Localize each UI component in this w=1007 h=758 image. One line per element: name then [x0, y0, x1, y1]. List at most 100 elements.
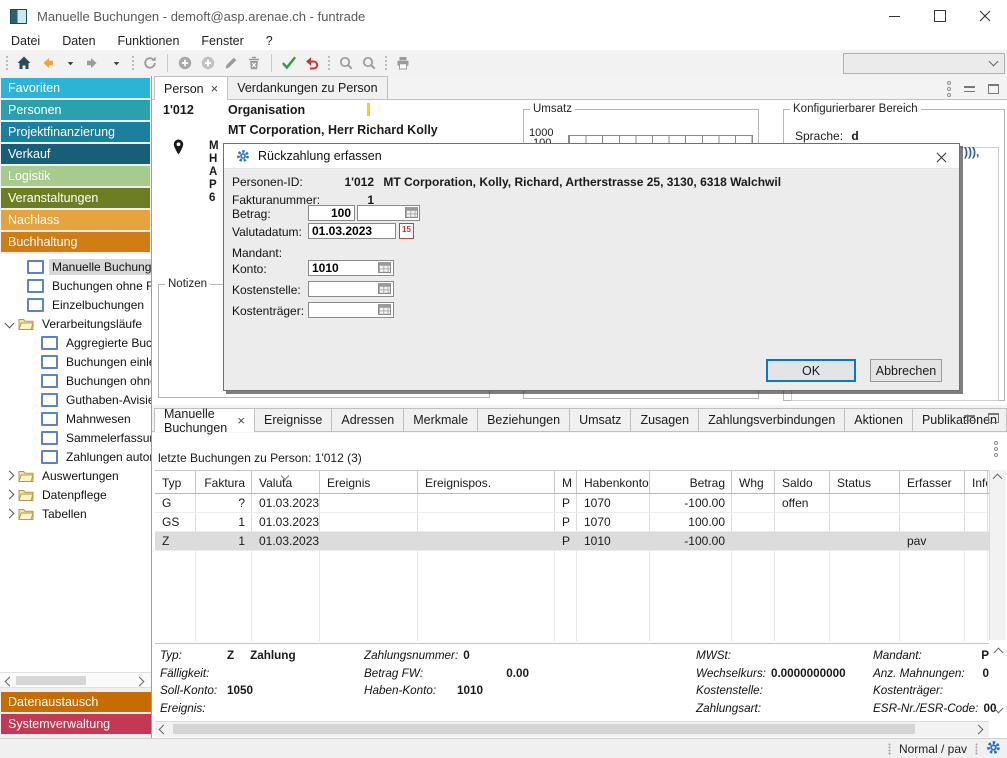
column-header-ereignispos[interactable]: Ereignispos.: [418, 471, 555, 493]
scroll-left-icon[interactable]: [159, 725, 169, 735]
column-header-betrag[interactable]: Betrag: [650, 471, 732, 493]
tree-item-sammelerfassung-s[interactable]: Sammelerfassung S: [0, 428, 151, 447]
tree-item-mahnwesen[interactable]: Mahnwesen: [0, 409, 151, 428]
column-header-valuta[interactable]: Valuta: [252, 471, 320, 493]
betrag-input[interactable]: [308, 205, 355, 221]
caret-down-icon[interactable]: [106, 53, 126, 73]
sidebar-item-buchhaltung[interactable]: Buchhaltung: [1, 232, 150, 252]
sidebar-item-projektfinanzierung[interactable]: Projektfinanzierung: [1, 122, 150, 142]
chevron-right-icon[interactable]: [5, 490, 15, 500]
column-header-erfasser[interactable]: Erfasser: [900, 471, 965, 493]
pane-menu-icon[interactable]: [947, 81, 951, 97]
column-header-habenkonto[interactable]: Habenkonto: [577, 471, 650, 493]
pane-menu-icon[interactable]: [994, 441, 998, 457]
maximize-button[interactable]: [917, 0, 962, 32]
column-header-faktura[interactable]: Faktura: [196, 471, 252, 493]
toolbar-combobox[interactable]: [843, 53, 1005, 74]
tree-item-manuelle-buchungen[interactable]: Manuelle Buchungen: [0, 257, 151, 276]
menu-item-datei[interactable]: Datei: [0, 34, 51, 48]
scrollbar-thumb[interactable]: [16, 676, 86, 685]
add-icon[interactable]: [175, 53, 195, 73]
ok-button[interactable]: OK: [766, 359, 856, 382]
pane-maximize-icon[interactable]: [988, 413, 999, 423]
settings-gear-icon[interactable]: [986, 740, 1001, 758]
menu-item-help[interactable]: ?: [255, 34, 284, 48]
tab-adressen[interactable]: Adressen: [331, 408, 404, 431]
sidebar-item-logistik[interactable]: Logistik: [1, 166, 150, 186]
tab-merkmale[interactable]: Merkmale: [403, 408, 478, 431]
chevron-right-icon[interactable]: [5, 471, 15, 481]
sidebar-item-verkauf[interactable]: Verkauf: [1, 144, 150, 164]
column-header-saldo[interactable]: Saldo: [775, 471, 830, 493]
column-header-info[interactable]: Info: [965, 471, 988, 493]
tree-item-verarbeitungsläufe[interactable]: Verarbeitungsläufe: [0, 314, 151, 333]
scroll-right-icon[interactable]: [135, 677, 145, 687]
table-vertical-scrollbar[interactable]: [989, 470, 1006, 640]
scroll-left-icon[interactable]: [5, 677, 15, 687]
tab-zahlungsverbindungen[interactable]: Zahlungsverbindungen: [698, 408, 845, 431]
menu-item-funktionen[interactable]: Funktionen: [107, 34, 191, 48]
tree-item-datenpflege[interactable]: Datenpflege: [0, 485, 151, 504]
scrollbar-thumb[interactable]: [173, 724, 915, 734]
tab-umsatz[interactable]: Umsatz: [569, 408, 631, 431]
print-icon[interactable]: [393, 53, 413, 73]
table-row[interactable]: G?01.03.2023P1070-100.00offen: [155, 494, 989, 513]
add-secondary-icon[interactable]: [198, 53, 218, 73]
confirm-icon[interactable]: [279, 53, 299, 73]
sidebar-item-veranstaltungen[interactable]: Veranstaltungen: [1, 188, 150, 208]
tab-verdankungen-zu-person[interactable]: Verdankungen zu Person: [227, 76, 387, 99]
tree-item-einzelbuchungen[interactable]: Einzelbuchungen: [0, 295, 151, 314]
forward-icon[interactable]: [83, 53, 103, 73]
tree-item-auswertungen[interactable]: Auswertungen: [0, 466, 151, 485]
caret-down-icon[interactable]: [60, 53, 80, 73]
cancel-button[interactable]: Abbrechen: [870, 359, 942, 382]
close-tab-icon[interactable]: ×: [237, 414, 245, 427]
menu-item-fenster[interactable]: Fenster: [190, 34, 254, 48]
close-tab-icon[interactable]: ×: [211, 82, 219, 95]
column-header-m[interactable]: M: [555, 471, 577, 493]
tab-person[interactable]: Person×: [154, 76, 228, 100]
calendar-icon[interactable]: 15: [399, 223, 414, 239]
sidebar-item-nachlass[interactable]: Nachlass: [1, 210, 150, 230]
tab-ereignisse[interactable]: Ereignisse: [254, 408, 332, 431]
delete-icon[interactable]: [244, 53, 264, 73]
pane-minimize-icon[interactable]: [964, 86, 975, 92]
home-icon[interactable]: [14, 53, 34, 73]
sidebar-item-systemverwaltung[interactable]: Systemverwaltung: [1, 714, 151, 734]
scroll-up-icon[interactable]: [993, 474, 1003, 484]
tab-zusagen[interactable]: Zusagen: [630, 408, 699, 431]
column-header-whg[interactable]: Whg: [732, 471, 775, 493]
close-button[interactable]: [962, 0, 1007, 32]
sidebar-item-datenaustausch[interactable]: Datenaustausch: [1, 692, 151, 712]
tree-item-guthaben-avisieru[interactable]: Guthaben-Avisieru: [0, 390, 151, 409]
minimize-button[interactable]: [872, 0, 917, 32]
table-row[interactable]: Z101.03.2023P1010-100.00pav: [155, 532, 989, 551]
sidebar-horizontal-scrollbar[interactable]: [0, 672, 151, 688]
table-row[interactable]: GS101.03.2023P1070100.00: [155, 513, 989, 532]
tree-item-buchungen-einlese[interactable]: Buchungen einlese: [0, 352, 151, 371]
search-icon[interactable]: [336, 53, 356, 73]
tree-item-buchungen-ohne-refe[interactable]: Buchungen ohne Refe: [0, 276, 151, 295]
menu-item-daten[interactable]: Daten: [51, 34, 106, 48]
tree-item-aggregierte-buchu[interactable]: Aggregierte Buchu: [0, 333, 151, 352]
undo-icon[interactable]: [302, 53, 322, 73]
chevron-right-icon[interactable]: [5, 509, 15, 519]
chevron-down-icon[interactable]: [5, 319, 15, 329]
column-header-typ[interactable]: Typ: [155, 471, 196, 493]
pane-maximize-icon[interactable]: [988, 84, 999, 94]
column-header-ereignis[interactable]: Ereignis: [320, 471, 418, 493]
scroll-up-icon[interactable]: [994, 648, 1004, 658]
lookup-grid-icon[interactable]: [378, 304, 391, 315]
lookup-grid-icon[interactable]: [378, 283, 391, 294]
lookup-grid-icon[interactable]: [405, 207, 418, 218]
pane-minimize-icon[interactable]: [964, 415, 975, 421]
detail-horizontal-scrollbar[interactable]: [155, 721, 989, 737]
edit-icon[interactable]: [221, 53, 241, 73]
refresh-icon[interactable]: [140, 53, 160, 73]
column-header-status[interactable]: Status: [830, 471, 900, 493]
tab-aktionen[interactable]: Aktionen: [844, 408, 913, 431]
tree-item-zahlungen-automat[interactable]: Zahlungen automat: [0, 447, 151, 466]
tree-item-tabellen[interactable]: Tabellen: [0, 504, 151, 523]
search-secondary-icon[interactable]: [359, 53, 379, 73]
tab-manuelle-buchungen[interactable]: Manuelle Buchungen×: [154, 408, 255, 432]
